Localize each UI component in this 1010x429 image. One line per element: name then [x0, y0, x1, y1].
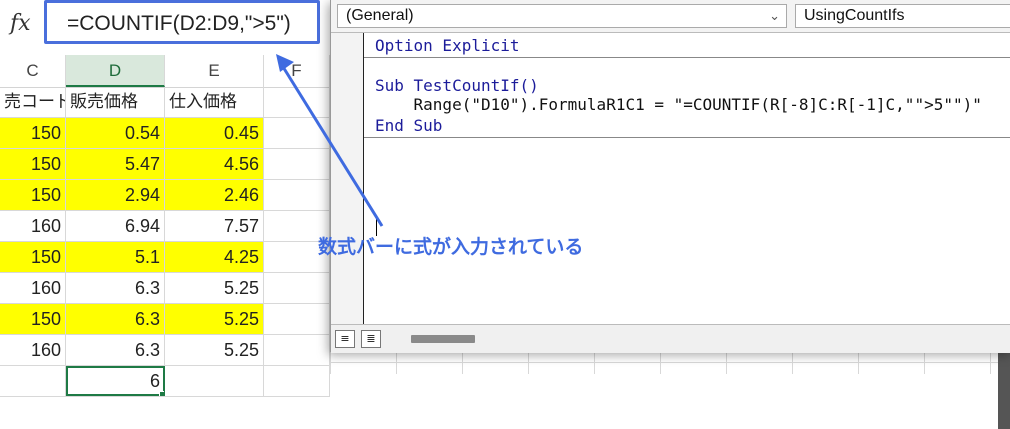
- procedure-dropdown-value: UsingCountIfs: [804, 7, 905, 24]
- code-line-formula: Range("D10").FormulaR1C1 = "=COUNTIF(R[-…: [375, 95, 982, 114]
- code-window-footer: ≡ ≣: [331, 324, 1010, 353]
- table-header-row: 売コード 販売価格 仕入価格: [0, 87, 330, 118]
- window-edge: [998, 352, 1010, 429]
- empty-cell[interactable]: [165, 366, 264, 396]
- table-cell-c[interactable]: 150: [0, 242, 66, 272]
- table-cell-e[interactable]: 2.46: [165, 180, 264, 210]
- vbe-code-window: (General) ⌄ UsingCountIfs Option Explici…: [330, 0, 1010, 353]
- object-dropdown-value: (General): [346, 7, 414, 24]
- selected-result-cell[interactable]: 6: [66, 366, 165, 396]
- column-header-c[interactable]: C: [0, 55, 66, 87]
- object-dropdown[interactable]: (General) ⌄: [337, 4, 787, 28]
- table-cell-c[interactable]: 160: [0, 211, 66, 241]
- table-row: 160 6.3 5.25: [0, 335, 330, 366]
- table-cell-c[interactable]: 150: [0, 304, 66, 334]
- empty-cell[interactable]: [264, 87, 330, 117]
- table-row: 150 0.54 0.45: [0, 118, 330, 149]
- procedure-view-button[interactable]: ≡: [335, 330, 355, 348]
- annotation-label: 数式バーに式が入力されている: [318, 236, 584, 258]
- procedure-separator: [364, 57, 1010, 58]
- full-module-view-button[interactable]: ≣: [361, 330, 381, 348]
- horizontal-scrollbar-thumb[interactable]: [411, 335, 475, 343]
- chevron-down-icon[interactable]: ⌄: [769, 5, 780, 27]
- table-cell-e[interactable]: 5.25: [165, 335, 264, 365]
- table-row: 6: [0, 366, 330, 397]
- table-cell-c[interactable]: 150: [0, 149, 66, 179]
- formula-bar: fx =COUNTIF(D2:D9,">5"): [0, 0, 330, 50]
- empty-cell[interactable]: [264, 180, 330, 210]
- table-cell-e[interactable]: 4.56: [165, 149, 264, 179]
- code-editor[interactable]: Option Explicit Sub TestCountIf() Range(…: [331, 32, 1010, 325]
- empty-cell[interactable]: [264, 335, 330, 365]
- empty-cell[interactable]: [264, 118, 330, 148]
- code-line-end-sub: End Sub: [375, 116, 443, 135]
- result-value: 6: [149, 371, 160, 391]
- table-cell-c[interactable]: 150: [0, 180, 66, 210]
- table-cell-e[interactable]: 5.25: [165, 304, 264, 334]
- table-cell-d[interactable]: 5.1: [66, 242, 165, 272]
- table-row: 150 5.47 4.56: [0, 149, 330, 180]
- header-cell-d[interactable]: 販売価格: [66, 87, 165, 117]
- procedure-dropdown[interactable]: UsingCountIfs: [795, 4, 1010, 28]
- empty-cell[interactable]: [0, 366, 66, 396]
- table-cell-c[interactable]: 150: [0, 118, 66, 148]
- table-cell-e[interactable]: 4.25: [165, 242, 264, 272]
- column-header-e[interactable]: E: [165, 55, 264, 87]
- column-header-d[interactable]: D: [66, 55, 165, 87]
- code-line-sub: Sub TestCountIf(): [375, 76, 539, 95]
- table-row: 160 6.3 5.25: [0, 273, 330, 304]
- formula-input[interactable]: =COUNTIF(D2:D9,">5"): [44, 0, 320, 44]
- empty-cell[interactable]: [264, 304, 330, 334]
- code-line-option-explicit: Option Explicit: [375, 36, 520, 55]
- table-row: 150 2.94 2.46: [0, 180, 330, 211]
- code-margin: [331, 33, 364, 325]
- empty-cell[interactable]: [264, 366, 330, 396]
- table-cell-d[interactable]: 6.3: [66, 273, 165, 303]
- table-cell-d[interactable]: 5.47: [66, 149, 165, 179]
- fx-icon[interactable]: fx: [10, 10, 36, 38]
- column-header-f[interactable]: F: [264, 55, 330, 87]
- empty-cell[interactable]: [264, 149, 330, 179]
- table-cell-d[interactable]: 2.94: [66, 180, 165, 210]
- header-cell-c[interactable]: 売コード: [0, 87, 66, 117]
- procedure-separator: [364, 137, 1010, 138]
- table-row: 160 6.94 7.57: [0, 211, 330, 242]
- table-row: 150 5.1 4.25: [0, 242, 330, 273]
- table-row: 150 6.3 5.25: [0, 304, 330, 335]
- table-cell-e[interactable]: 0.45: [165, 118, 264, 148]
- table-cell-e[interactable]: 7.57: [165, 211, 264, 241]
- table-cell-e[interactable]: 5.25: [165, 273, 264, 303]
- table-cell-c[interactable]: 160: [0, 335, 66, 365]
- header-cell-e[interactable]: 仕入価格: [165, 87, 264, 117]
- table-cell-d[interactable]: 6.94: [66, 211, 165, 241]
- table-cell-d[interactable]: 6.3: [66, 304, 165, 334]
- empty-cell[interactable]: [264, 273, 330, 303]
- table-cell-c[interactable]: 160: [0, 273, 66, 303]
- formula-text: =COUNTIF(D2:D9,">5"): [67, 12, 291, 35]
- table-cell-d[interactable]: 0.54: [66, 118, 165, 148]
- table-cell-d[interactable]: 6.3: [66, 335, 165, 365]
